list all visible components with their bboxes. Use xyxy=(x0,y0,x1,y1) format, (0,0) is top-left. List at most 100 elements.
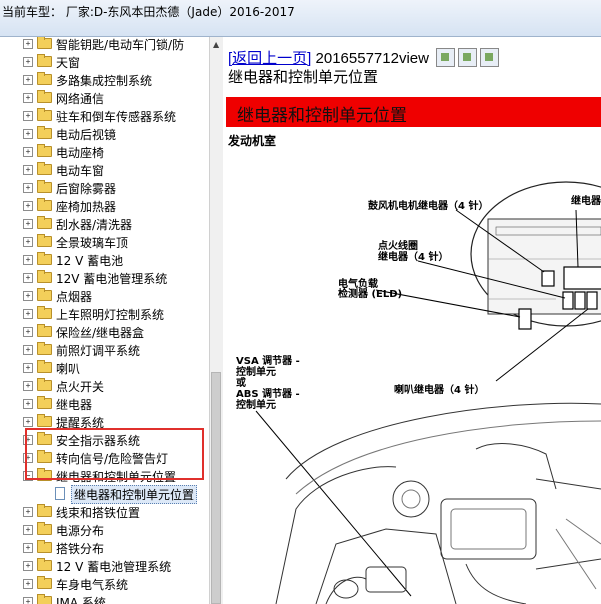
tree-item[interactable]: + 网络通信 xyxy=(0,89,208,107)
tree-item[interactable]: + 天窗 xyxy=(0,53,208,71)
tree-item-label[interactable]: 全景玻璃车顶 xyxy=(56,234,128,251)
expand-icon[interactable]: + xyxy=(23,381,33,391)
tree-item-label[interactable]: 12V 蓄电池管理系统 xyxy=(56,270,167,287)
tree-item[interactable]: + 电动座椅 xyxy=(0,143,208,161)
expand-icon[interactable]: + xyxy=(23,561,33,571)
tree-item-label[interactable]: 电动车窗 xyxy=(56,162,104,179)
expand-icon[interactable]: + xyxy=(23,75,33,85)
tree-item[interactable]: + 电动后视镜 xyxy=(0,125,208,143)
expand-icon[interactable]: + xyxy=(23,93,33,103)
back-link[interactable]: [返回上一页] xyxy=(228,50,311,67)
expand-icon[interactable]: + xyxy=(23,57,33,67)
scroll-thumb[interactable] xyxy=(211,372,221,604)
horn-relay-label: 喇叭继电器（4 针） xyxy=(394,383,484,396)
tree-item-label[interactable]: 后窗除雾器 xyxy=(56,180,116,197)
scroll-up-icon[interactable]: ▲ xyxy=(213,40,219,49)
expand-icon[interactable]: + xyxy=(23,417,33,427)
prev-icon[interactable] xyxy=(436,47,456,67)
title-bar: 当前车型： 厂家:D-东风本田杰德（Jade）2016-2017 xyxy=(0,0,601,37)
expand-icon[interactable]: + xyxy=(23,327,33,337)
tree-item-label[interactable]: 喇叭 xyxy=(56,360,80,377)
expand-icon[interactable]: + xyxy=(23,507,33,517)
tree-item[interactable]: + 车身电气系统 xyxy=(0,575,208,593)
expand-icon[interactable]: + xyxy=(23,597,33,604)
tree-item[interactable]: +12V 蓄电池管理系统 xyxy=(0,269,208,287)
tree-item[interactable]: +12 V 蓄电池 xyxy=(0,251,208,269)
tree-item[interactable]: +12 V 蓄电池管理系统 xyxy=(0,557,208,575)
tree-item[interactable]: + 喇叭 xyxy=(0,359,208,377)
section-title: 发动机室 xyxy=(228,134,277,148)
tree-item-label[interactable]: 继电器 xyxy=(56,396,92,413)
tree-item-label[interactable]: 电动后视镜 xyxy=(56,126,116,143)
tree-item[interactable]: + IMA 系统 xyxy=(0,593,208,604)
folder-icon xyxy=(37,198,52,211)
expand-icon[interactable]: + xyxy=(23,579,33,589)
tree-item[interactable]: + 多路集成控制系统 xyxy=(0,71,208,89)
expand-icon[interactable]: + xyxy=(23,291,33,301)
next-icon[interactable] xyxy=(458,47,478,67)
expand-icon[interactable]: + xyxy=(23,183,33,193)
tree-item-label[interactable]: 点火开关 xyxy=(56,378,104,395)
nav-tree[interactable]: + 智能钥匙/电动车门锁/防 + 天窗 + 多路集成控制系统 + 网络通信 + 驻车和倒车传感器系… xyxy=(0,37,208,604)
tree-item-label[interactable]: 12 V 蓄电池 xyxy=(56,252,123,269)
relay-location-diagram: 鼓风机电机继电器（4 针） 继电器 点火线圈 继电器（4 针） 电气负载 检测器… xyxy=(236,181,601,604)
tree-item-label[interactable]: 车身电气系统 xyxy=(56,576,128,593)
tree-item-label[interactable]: 电源分布 xyxy=(56,522,104,539)
expand-icon[interactable]: + xyxy=(23,543,33,553)
tree-item-label[interactable]: 智能钥匙/电动车门锁/防 xyxy=(56,37,184,53)
tree-item-label[interactable]: 线束和搭铁位置 xyxy=(56,504,140,521)
expand-icon[interactable]: + xyxy=(23,399,33,409)
tree-item[interactable]: + 线束和搭铁位置 xyxy=(0,503,208,521)
expand-icon[interactable]: + xyxy=(23,255,33,265)
tree-item[interactable]: + 点火开关 xyxy=(0,377,208,395)
tree-item-label[interactable]: 12 V 蓄电池管理系统 xyxy=(56,558,171,575)
expand-icon[interactable]: + xyxy=(23,525,33,535)
expand-icon[interactable]: + xyxy=(23,39,33,49)
tree-item[interactable]: + 刮水器/清洗器 xyxy=(0,215,208,233)
print-icon[interactable] xyxy=(480,47,500,67)
tree-item-label[interactable]: 保险丝/继电器盒 xyxy=(56,324,144,341)
tree-item-label[interactable]: 座椅加热器 xyxy=(56,198,116,215)
tree-item[interactable]: + 搭铁分布 xyxy=(0,539,208,557)
tree-item[interactable]: + 后窗除雾器 xyxy=(0,179,208,197)
tree-item[interactable]: + 驻车和倒车传感器系统 xyxy=(0,107,208,125)
relay-box xyxy=(563,266,601,290)
eld-box xyxy=(518,308,532,330)
tree-item[interactable]: + 继电器 xyxy=(0,395,208,413)
tree-item-label[interactable]: 刮水器/清洗器 xyxy=(56,216,132,233)
expand-icon[interactable]: + xyxy=(23,165,33,175)
expand-icon[interactable]: + xyxy=(23,309,33,319)
tree-item[interactable]: + 保险丝/继电器盒 xyxy=(0,323,208,341)
tree-scrollbar[interactable]: ▲ xyxy=(209,37,223,604)
vsa-label-4: ABS 调节器 - xyxy=(236,387,300,400)
tree-item-label[interactable]: 前照灯调平系统 xyxy=(56,342,140,359)
tree-item-label[interactable]: 点烟器 xyxy=(56,288,92,305)
tree-item[interactable]: + 电动车窗 xyxy=(0,161,208,179)
tree-item[interactable]: + 前照灯调平系统 xyxy=(0,341,208,359)
tree-item[interactable]: + 全景玻璃车顶 xyxy=(0,233,208,251)
tree-item-label[interactable]: 网络通信 xyxy=(56,90,104,107)
expand-icon[interactable]: + xyxy=(23,345,33,355)
tree-item[interactable]: + 上车照明灯控制系统 xyxy=(0,305,208,323)
tree-item[interactable]: + 智能钥匙/电动车门锁/防 xyxy=(0,37,208,53)
tree-item-label[interactable]: 电动座椅 xyxy=(56,144,104,161)
expand-icon[interactable]: + xyxy=(23,273,33,283)
tree-item-label[interactable]: 天窗 xyxy=(56,54,80,71)
tree-item-label[interactable]: IMA 系统 xyxy=(56,594,106,604)
expand-icon[interactable]: + xyxy=(23,111,33,121)
expand-icon[interactable]: + xyxy=(23,129,33,139)
tree-item-label[interactable]: 搭铁分布 xyxy=(56,540,104,557)
expand-icon[interactable]: + xyxy=(23,237,33,247)
tree-item-label[interactable]: 多路集成控制系统 xyxy=(56,72,152,89)
expand-icon[interactable]: + xyxy=(23,201,33,211)
expand-icon[interactable]: + xyxy=(23,147,33,157)
tree-item-label[interactable]: 上车照明灯控制系统 xyxy=(56,306,164,323)
expand-icon[interactable]: + xyxy=(23,219,33,229)
tree-item-label[interactable]: 继电器和控制单元位置 xyxy=(71,485,198,504)
tree-item[interactable]: + 座椅加热器 xyxy=(0,197,208,215)
tree-item-child[interactable]: 继电器和控制单元位置 xyxy=(0,485,208,504)
expand-icon[interactable]: + xyxy=(23,363,33,373)
tree-item[interactable]: + 电源分布 xyxy=(0,521,208,539)
tree-item[interactable]: + 点烟器 xyxy=(0,287,208,305)
tree-item-label[interactable]: 驻车和倒车传感器系统 xyxy=(56,108,176,125)
